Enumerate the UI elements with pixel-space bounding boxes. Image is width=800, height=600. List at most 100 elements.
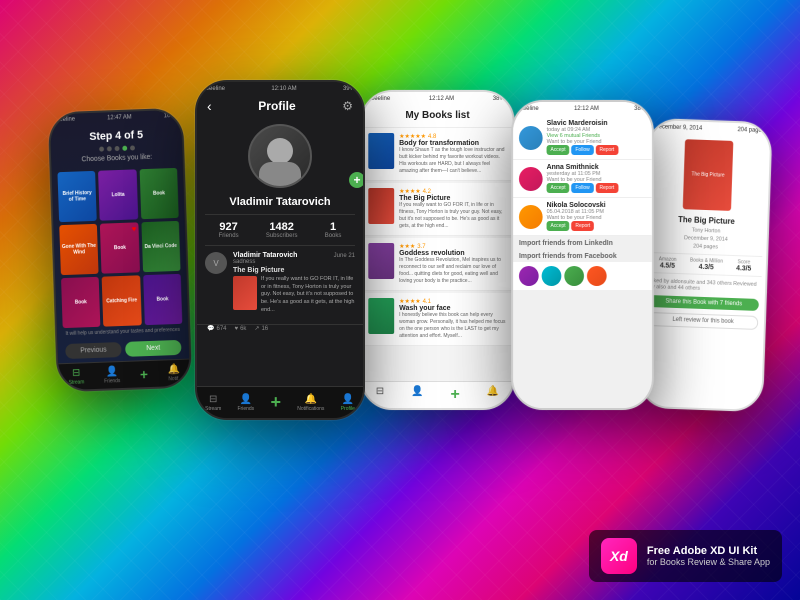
accept-button-3[interactable]: Accept bbox=[547, 221, 570, 231]
book-cover-text-7: Book bbox=[75, 299, 87, 305]
next-button[interactable]: Next bbox=[125, 340, 181, 357]
friend-avatar-3 bbox=[519, 205, 543, 229]
phone3-status-bar: Beeline 12:12 AM 38% bbox=[362, 92, 512, 106]
friend-avatar-2 bbox=[519, 167, 543, 191]
step-title: Step 4 of 5 bbox=[58, 128, 174, 144]
shares-count: 16 bbox=[261, 326, 268, 332]
nav2-profile[interactable]: 👤 Profile bbox=[341, 394, 355, 412]
post-shares-action[interactable]: ↗ 16 bbox=[254, 325, 268, 332]
post-comments-action[interactable]: 💬 674 bbox=[207, 325, 227, 332]
review-book-button[interactable]: Left review for this book bbox=[648, 312, 759, 330]
dot-1 bbox=[99, 147, 104, 152]
report-button-2[interactable]: Report bbox=[596, 183, 619, 193]
suggest-avatar-4 bbox=[587, 266, 607, 286]
nav2-stream[interactable]: ⊟ Stream bbox=[205, 394, 221, 412]
report-button-1[interactable]: Report bbox=[596, 145, 619, 155]
phone-book-selection: Beeline 12:47 AM 10% Step 4 of 5 Choose … bbox=[48, 108, 193, 393]
nav2-add-icon: + bbox=[270, 392, 281, 413]
friends-label: Friends bbox=[219, 233, 239, 239]
book-item-1[interactable]: Brief History of Time bbox=[57, 171, 97, 222]
post-book-content: If you really want to GO FOR IT, in life… bbox=[233, 276, 355, 314]
phone2-status-bar: Beeline 12:10 AM 39% bbox=[197, 82, 363, 96]
accept-button-1[interactable]: Accept bbox=[547, 145, 570, 155]
book-text-3: In The Goddess Revolution, Mel inspires … bbox=[399, 257, 507, 285]
profile-title: Profile bbox=[258, 99, 295, 113]
book-cover-text-6: Da Vinci Code bbox=[144, 243, 177, 250]
nav3-friends[interactable]: 👤 bbox=[411, 386, 423, 404]
share-book-button[interactable]: Share this Book with 7 friends bbox=[648, 295, 758, 311]
book-list-item-3[interactable]: ★★★ 3.7 Goddess revolution In The Goddes… bbox=[362, 238, 512, 291]
post-likes-action[interactable]: ♥ 6k bbox=[235, 325, 247, 332]
book-list-item-2[interactable]: ★★★★ 4.2 The Big Picture If you really w… bbox=[362, 183, 512, 236]
likes-count: 6k bbox=[240, 326, 246, 332]
nav-friends[interactable]: 👤 Friends bbox=[104, 366, 121, 385]
avatar-add-photo[interactable]: + bbox=[349, 172, 365, 188]
book-item-7[interactable]: Book bbox=[61, 277, 101, 328]
nav2-notifications[interactable]: 🔔 Notifications bbox=[297, 394, 324, 412]
report-button-3[interactable]: Report bbox=[571, 221, 594, 231]
rating-books-million: Books & Million 4.3/5 bbox=[690, 257, 723, 271]
phone-profile: Beeline 12:10 AM 39% ‹ Profile ⚙ + Vlad bbox=[195, 80, 365, 420]
avatar-head bbox=[267, 138, 293, 164]
post-mood: sadness bbox=[233, 259, 355, 265]
star-icon-2: ★★★★ bbox=[399, 188, 420, 195]
phone4-carrier: Beeline bbox=[519, 106, 539, 112]
nav-stream-label: Stream bbox=[69, 379, 85, 386]
book-cover-text-4: Gone With The Wind bbox=[62, 243, 97, 256]
nav2-add[interactable]: + bbox=[270, 392, 281, 413]
book-item-8[interactable]: Catching Fire bbox=[102, 275, 142, 326]
branding-title: Free Adobe XD UI Kit bbox=[647, 545, 770, 557]
suggest-avatar-3 bbox=[564, 266, 584, 286]
nav-stream[interactable]: ⊟ Stream bbox=[68, 367, 84, 386]
book-item-6[interactable]: Da Vinci Code bbox=[141, 221, 181, 272]
nav2-friends[interactable]: 👤 Friends bbox=[238, 394, 255, 412]
profile-post: V Vladimir Tatarovich June 21 sadness Th… bbox=[205, 252, 355, 314]
phone1-nav-bar: ⊟ Stream 👤 Friends + 🔔 Notif. bbox=[58, 359, 190, 391]
nav2-notifications-label: Notifications bbox=[297, 406, 324, 412]
friend-avatar-1 bbox=[519, 126, 543, 150]
friend-avatars-row bbox=[513, 262, 652, 290]
back-button[interactable]: ‹ bbox=[207, 98, 212, 114]
nav-notifications[interactable]: 🔔 Notif. bbox=[168, 364, 181, 382]
friend-info-1: Slavic Marderoisin today at 09:24 AM Vie… bbox=[547, 120, 646, 155]
book-item-9[interactable]: Book bbox=[143, 274, 183, 325]
accept-button-2[interactable]: Accept bbox=[547, 183, 570, 193]
suggest-avatar-1 bbox=[519, 266, 539, 286]
nav2-notifications-icon: 🔔 bbox=[305, 394, 317, 405]
phone2-time: 12:10 AM bbox=[271, 86, 296, 92]
book-list-item-4[interactable]: ★★★★ 4.1 Wash your face I honestly belie… bbox=[362, 293, 512, 346]
nav3-notifications[interactable]: 🔔 bbox=[487, 386, 499, 404]
book-info-3: ★★★ 3.7 Goddess revolution In The Goddes… bbox=[399, 243, 507, 285]
books-label: Books bbox=[325, 233, 342, 239]
phone5-pages: 204 pages bbox=[737, 127, 764, 134]
book-list-item-1[interactable]: ★★★★★ 4.8 Body for transformation I know… bbox=[362, 128, 512, 181]
phone-book-detail: December 9, 2014 204 pages The Big Pictu… bbox=[637, 118, 772, 412]
book-item-4[interactable]: Gone With The Wind bbox=[59, 224, 99, 275]
book-cover-3 bbox=[368, 243, 394, 279]
book-item-5[interactable]: Book bbox=[100, 222, 140, 273]
book-item-3[interactable]: Book bbox=[139, 168, 179, 219]
nav3-stream[interactable]: ⊟ bbox=[376, 386, 384, 404]
friends-count: 927 bbox=[219, 221, 239, 233]
likes-icon: ♥ bbox=[235, 326, 239, 332]
book-detail-ratings: Amazon 4.5/5 Books & Million 4.3/5 Score… bbox=[648, 252, 763, 277]
follow-button-2[interactable]: Follow bbox=[571, 183, 593, 193]
previous-button[interactable]: Previous bbox=[65, 342, 121, 359]
nav3-add[interactable]: + bbox=[450, 386, 459, 404]
phone1-header: Step 4 of 5 Choose Books you like: bbox=[50, 122, 183, 173]
book-text-4: I honestly believe this book can help ev… bbox=[399, 312, 507, 340]
book-cover-text-9: Book bbox=[156, 296, 168, 302]
friends-icon: 👤 bbox=[106, 366, 118, 377]
phone1-carrier: Beeline bbox=[56, 117, 76, 124]
follow-button-1[interactable]: Follow bbox=[571, 145, 593, 155]
phone-books-list: Beeline 12:12 AM 38% My Books list ★★★★★… bbox=[360, 90, 514, 410]
profile-avatar-container: + bbox=[197, 124, 363, 188]
nav-add[interactable]: + bbox=[140, 366, 148, 383]
rating-amazon: Amazon 4.5/5 bbox=[658, 256, 676, 270]
book-cover-text-1: Brief History of Time bbox=[60, 190, 95, 203]
book-item-2[interactable]: Lolita bbox=[98, 169, 138, 220]
subscribers-label: Subscribers bbox=[266, 233, 298, 239]
settings-icon[interactable]: ⚙ bbox=[342, 99, 353, 113]
book-cover-text-3: Book bbox=[153, 190, 165, 196]
book-title-4: Wash your face bbox=[399, 305, 507, 312]
